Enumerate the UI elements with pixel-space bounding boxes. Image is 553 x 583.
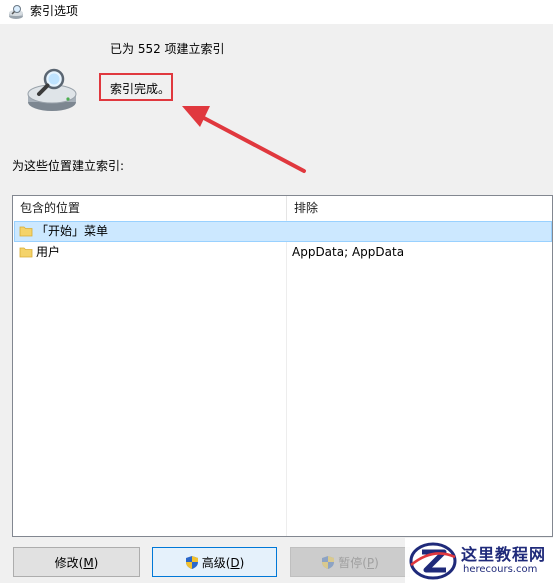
search-drive-icon [9,5,23,19]
indexing-status: 索引完成。 [110,82,171,96]
folder-icon [19,226,33,237]
uac-shield-icon [185,555,198,569]
indexing-drive-icon [27,68,77,111]
locations-section-label: 为这些位置建立索引: [12,159,125,173]
indexed-item-count: 已为 552 项建立索引 [110,42,225,56]
location-row-start-menu[interactable]: 「开始」菜单 [14,221,552,242]
window-title: 索引选项 [30,4,79,18]
watermark-title: 这里教程网 [461,545,547,564]
location-excluded: AppData; AppData [292,245,405,259]
column-header-included[interactable]: 包含的位置 [13,196,286,220]
modify-button[interactable]: 修改(M) [13,547,140,577]
title-bar[interactable]: 索引选项 [0,0,553,24]
site-watermark: 这里教程网 herecours.com [405,538,553,583]
advanced-button[interactable]: 高级(D) [152,547,277,577]
indexed-locations-list[interactable]: 包含的位置 排除 「开始」菜单 用户 AppData; AppData [12,195,553,537]
annotation-arrow [182,106,306,173]
location-row-users[interactable]: 用户 AppData; AppData [14,242,552,263]
folder-icon [19,247,33,258]
pause-button[interactable]: 暂停(P) [290,547,410,577]
column-header-excluded[interactable]: 排除 [286,196,552,220]
watermark-url: herecours.com [463,564,538,575]
watermark-logo [409,542,457,580]
uac-shield-icon [322,555,335,569]
location-name: 「开始」菜单 [36,224,109,238]
indexing-options-window: 索引选项 已为 552 项建立索引 索引完成。 为这些位置建立索引: 包含的位置… [0,0,553,583]
column-divider [286,220,287,536]
location-name: 用户 [36,245,61,259]
modify-button-label: 修改(M) [54,555,99,570]
advanced-button-label: 高级(D) [201,555,245,570]
pause-button-label: 暂停(P) [338,555,379,570]
